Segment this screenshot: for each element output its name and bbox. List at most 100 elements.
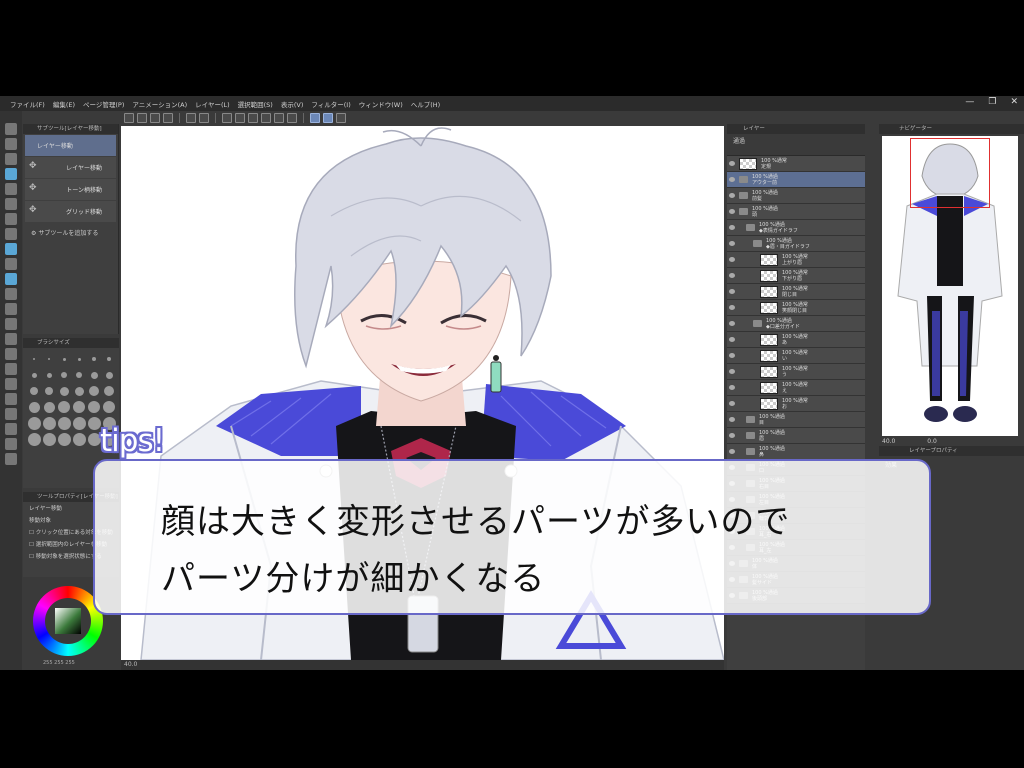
loading-icon[interactable] (222, 113, 232, 123)
eyedropper-icon[interactable] (5, 228, 17, 240)
eye-icon[interactable] (729, 273, 735, 278)
eye-icon[interactable] (729, 401, 735, 406)
brush-size-option[interactable] (72, 400, 86, 414)
menu-layer[interactable]: レイヤー(L) (191, 99, 234, 109)
menu-selection[interactable]: 選択範囲(S) (234, 99, 277, 109)
fill-icon[interactable] (5, 348, 17, 360)
subtool-tone-move[interactable]: ✥ トーン柄移動 (25, 179, 116, 200)
brush-size-option[interactable] (72, 368, 86, 382)
subtool-layer-move[interactable]: レイヤー移動 (25, 135, 116, 156)
eye-icon[interactable] (729, 321, 735, 326)
layer-row[interactable]: 100 %通過目 (727, 412, 865, 428)
gradient-icon[interactable] (5, 363, 17, 375)
layer-row[interactable]: 100 %通常 定規 (727, 156, 865, 172)
eye-icon[interactable] (729, 353, 735, 358)
close-icon[interactable]: ✕ (1010, 97, 1018, 107)
open-file-icon[interactable] (137, 113, 147, 123)
selection-icon[interactable] (5, 198, 17, 210)
eye-icon[interactable] (729, 209, 735, 214)
subtool-layer-move-2[interactable]: ✥ レイヤー移動 (25, 157, 116, 178)
layer-row[interactable]: 100 %通過鼻 (727, 444, 865, 460)
frame-icon[interactable] (5, 393, 17, 405)
brush-size-option[interactable] (87, 384, 101, 398)
layer-row[interactable]: 100 %通過 前髪 (727, 188, 865, 204)
brush-size-option[interactable] (87, 400, 101, 414)
layer-row[interactable]: 100 %通常 下がり眉 (727, 268, 865, 284)
brush-size-option[interactable] (72, 416, 86, 430)
layer-row[interactable]: 100 %通常 笑顔閉じ目 (727, 300, 865, 316)
layer-row[interactable]: 100 %通過 ◆眉・目ガイドラフ (727, 236, 865, 252)
brush-size-option[interactable] (57, 368, 71, 382)
layer-row[interactable]: 100 %通常お (727, 396, 865, 412)
eraser-icon[interactable] (5, 318, 17, 330)
layer-row[interactable]: 100 %通常い (727, 348, 865, 364)
brush-size-option[interactable] (57, 384, 71, 398)
navigator-preview[interactable] (882, 136, 1018, 436)
select-all-icon[interactable] (274, 113, 284, 123)
eye-icon[interactable] (729, 337, 735, 342)
brush-size-option[interactable] (27, 352, 41, 366)
decoration-icon[interactable] (5, 303, 17, 315)
brush-size-option[interactable] (42, 368, 56, 382)
ruler-icon[interactable] (5, 408, 17, 420)
menu-file[interactable]: ファイル(F) (0, 99, 49, 109)
menu-animation[interactable]: アニメーション(A) (128, 99, 191, 109)
pencil-icon[interactable] (5, 258, 17, 270)
menu-page[interactable]: ページ管理(P) (79, 99, 128, 109)
minimize-icon[interactable]: — (965, 97, 974, 107)
redo-icon[interactable] (199, 113, 209, 123)
restore-icon[interactable]: ❐ (988, 97, 996, 107)
eye-icon[interactable] (729, 241, 735, 246)
brush-size-option[interactable] (102, 400, 116, 414)
eye-icon[interactable] (729, 225, 735, 230)
brush-size-option[interactable] (57, 352, 71, 366)
move-icon[interactable] (5, 123, 17, 135)
brush-size-option[interactable] (72, 432, 86, 446)
navigator-zoom[interactable]: 40.0 0.0 (882, 438, 937, 445)
operation-icon[interactable] (5, 183, 17, 195)
brush-size-option[interactable] (27, 416, 41, 430)
blend-mode-select[interactable]: 通過 (733, 138, 745, 145)
brush-size-option[interactable] (57, 432, 71, 446)
new-file-icon[interactable] (124, 113, 134, 123)
correct-line-icon[interactable] (5, 453, 17, 465)
menu-edit[interactable]: 編集(E) (49, 99, 79, 109)
layer-row[interactable]: 100 %通過眉 (727, 428, 865, 444)
grid-snap-icon[interactable] (336, 113, 346, 123)
brush-size-option[interactable] (27, 432, 41, 446)
brush-size-option[interactable] (42, 384, 56, 398)
canvas-zoom[interactable]: 40.0 (124, 661, 137, 668)
eye-icon[interactable] (729, 257, 735, 262)
ruler-snap-icon[interactable] (310, 113, 320, 123)
subtool-grid-move[interactable]: ✥ グリッド移動 (25, 201, 116, 222)
brush-size-option[interactable] (87, 352, 101, 366)
brush-size-option[interactable] (57, 416, 71, 430)
layer-tab[interactable]: レイヤー (727, 124, 865, 134)
zoom-icon[interactable] (5, 138, 17, 150)
eye-icon[interactable] (729, 289, 735, 294)
navigator-view-rect[interactable] (910, 138, 990, 208)
eye-icon[interactable] (729, 369, 735, 374)
eye-icon[interactable] (729, 385, 735, 390)
transform-icon[interactable] (248, 113, 258, 123)
brush-size-option[interactable] (57, 400, 71, 414)
brush-size-option[interactable] (87, 432, 101, 446)
save-icon[interactable] (150, 113, 160, 123)
eye-icon[interactable] (729, 449, 735, 454)
invert-icon[interactable] (287, 113, 297, 123)
brush-size-option[interactable] (102, 368, 116, 382)
layer-row[interactable]: 100 %通常う (727, 364, 865, 380)
layer-move-icon[interactable] (5, 168, 17, 180)
brush-size-option[interactable] (42, 416, 56, 430)
airbrush-icon[interactable] (5, 288, 17, 300)
brush-size-option[interactable] (72, 352, 86, 366)
eye-icon[interactable] (729, 177, 735, 182)
eye-icon[interactable] (729, 193, 735, 198)
blend-icon[interactable] (5, 333, 17, 345)
brush-size-option[interactable] (87, 368, 101, 382)
brush-size-option[interactable] (87, 416, 101, 430)
eye-icon[interactable] (729, 417, 735, 422)
layer-row[interactable]: 100 %通過 ◆表情ガイドラフ (727, 220, 865, 236)
brush-size-option[interactable] (27, 384, 41, 398)
menu-help[interactable]: ヘルプ(H) (407, 99, 444, 109)
